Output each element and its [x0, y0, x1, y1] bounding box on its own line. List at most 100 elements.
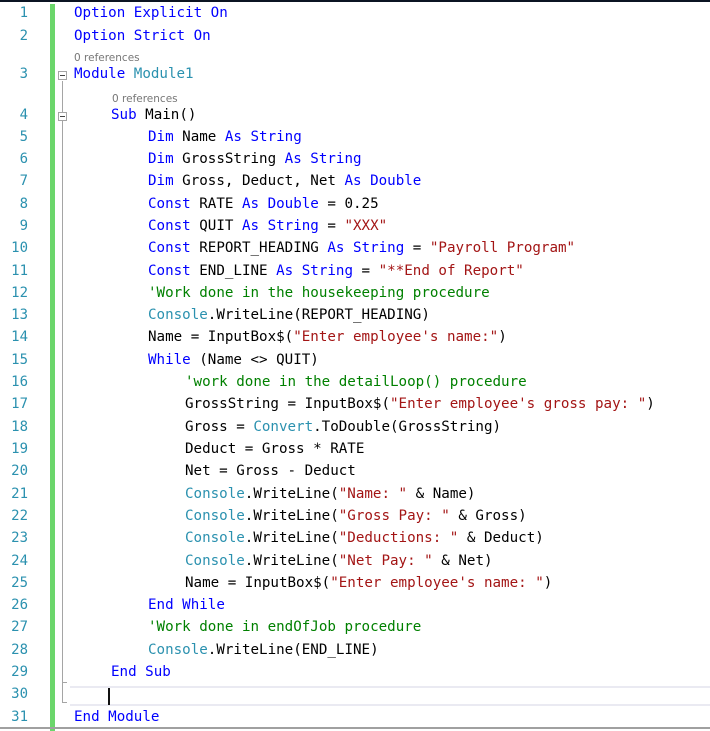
- code-text[interactable]: Const REPORT_HEADING As String = "Payrol…: [148, 237, 575, 259]
- token-identifier: Name = InputBox$(: [148, 329, 294, 345]
- code-text[interactable]: 'work done in the detailLoop() procedure: [185, 371, 527, 393]
- code-text[interactable]: Dim Name As String: [148, 126, 302, 148]
- code-line[interactable]: 23 Console.WriteLine("Deductions: " & Ded…: [0, 527, 710, 549]
- code-text[interactable]: Dim GrossString As String: [148, 148, 362, 170]
- code-line[interactable]: 9 Const QUIT As String = "XXX": [0, 215, 710, 237]
- code-text[interactable]: 'Work done in the housekeeping procedure: [148, 282, 490, 304]
- line-number: 4: [19, 107, 28, 123]
- code-line[interactable]: 14 Name = InputBox$("Enter employee's nam…: [0, 326, 710, 348]
- token-identifier: .WriteLine(: [244, 508, 339, 524]
- code-line[interactable]: 15 While (Name <> QUIT): [0, 349, 710, 371]
- token-keyword: End While: [148, 597, 225, 613]
- code-line[interactable]: 27 'Work done in endOfJob procedure: [0, 616, 710, 638]
- code-line[interactable]: 28 Console.WriteLine(END_LINE): [0, 639, 710, 661]
- line-number: 11: [11, 263, 28, 279]
- code-text[interactable]: End Sub: [111, 661, 171, 683]
- code-line[interactable]: 30: [0, 683, 710, 705]
- code-text[interactable]: Net = Gross - Deduct: [185, 460, 356, 482]
- token-keyword: End Sub: [111, 664, 171, 680]
- code-line[interactable]: 2 Option Strict On: [0, 25, 710, 47]
- code-text[interactable]: Console.WriteLine("Name: " & Name): [185, 483, 475, 505]
- token-identifier: GrossString = InputBox$(: [185, 396, 390, 412]
- code-text[interactable]: Console.WriteLine("Deductions: " & Deduc…: [185, 527, 544, 549]
- token-keyword: Const: [148, 218, 200, 234]
- code-line[interactable]: 22 Console.WriteLine("Gross Pay: " & Gros…: [0, 505, 710, 527]
- line-number: 25: [11, 575, 28, 591]
- token-identifier: ): [646, 396, 655, 412]
- line-number: 28: [11, 642, 28, 658]
- token-identifier: =: [404, 240, 430, 256]
- code-text[interactable]: Name = InputBox$("Enter employee's name:…: [148, 326, 507, 348]
- code-line[interactable]: 29 End Sub: [0, 661, 710, 683]
- code-text[interactable]: Option Strict On: [74, 25, 211, 47]
- code-text[interactable]: GrossString = InputBox$("Enter employee'…: [185, 393, 655, 415]
- code-line[interactable]: 8 Const RATE As Double = 0.25: [0, 193, 710, 215]
- code-text[interactable]: 'Work done in endOfJob procedure: [148, 616, 421, 638]
- code-line[interactable]: 19 Deduct = Gross * RATE: [0, 438, 710, 460]
- token-keyword: While: [148, 352, 191, 368]
- token-keyword: Option Strict On: [74, 28, 211, 44]
- token-string-literal: "Name: ": [338, 486, 408, 502]
- token-type-name: Convert: [253, 419, 314, 435]
- code-line[interactable]: 31 End Module: [0, 706, 710, 728]
- code-line[interactable]: 11 Const END_LINE As String = "**End of R…: [0, 260, 710, 282]
- line-number: 17: [11, 396, 28, 412]
- token-string-literal: "Enter employee's name:": [293, 329, 499, 345]
- code-line[interactable]: 21 Console.WriteLine("Name: " & Name): [0, 483, 710, 505]
- code-line[interactable]: 20 Net = Gross - Deduct: [0, 460, 710, 482]
- code-text[interactable]: Deduct = Gross * RATE: [185, 438, 364, 460]
- code-text[interactable]: End While: [148, 594, 225, 616]
- line-number: 22: [11, 508, 28, 524]
- code-line[interactable]: 17 GrossString = InputBox$("Enter employe…: [0, 393, 710, 415]
- token-identifier: .WriteLine(: [244, 486, 339, 502]
- code-text[interactable]: Dim Gross, Deduct, Net As Double: [148, 170, 421, 192]
- code-text[interactable]: End Module: [74, 706, 159, 728]
- token-keyword: As String: [276, 263, 353, 279]
- token-keyword: Const: [148, 263, 200, 279]
- token-string-literal: "Gross Pay: ": [338, 508, 450, 524]
- code-line[interactable]: 5 Dim Name As String: [0, 126, 710, 148]
- code-line[interactable]: 10 Const REPORT_HEADING As String = "Payr…: [0, 237, 710, 259]
- token-identifier: (Name <> QUIT): [190, 352, 319, 368]
- line-number: 12: [11, 285, 28, 301]
- code-text[interactable]: Console.WriteLine(END_LINE): [148, 639, 379, 661]
- code-text[interactable]: Name = InputBox$("Enter employee's name:…: [185, 572, 552, 594]
- code-text[interactable]: Const RATE As Double = 0.25: [148, 193, 379, 215]
- token-keyword: Module: [74, 66, 134, 82]
- line-number: 31: [11, 709, 28, 725]
- code-text[interactable]: Console.WriteLine("Gross Pay: " & Gross): [185, 505, 527, 527]
- code-line[interactable]: 25 Name = InputBox$("Enter employee's nam…: [0, 572, 710, 594]
- token-string-literal: "**End of Report": [378, 263, 524, 279]
- code-text[interactable]: Console.WriteLine("Net Pay: " & Net): [185, 550, 493, 572]
- token-comment: 'Work done in the housekeeping procedure: [148, 285, 490, 301]
- code-text[interactable]: While (Name <> QUIT): [148, 349, 319, 371]
- code-text[interactable]: Module Module1: [74, 63, 194, 85]
- code-text[interactable]: Gross = Convert.ToDouble(GrossString): [185, 416, 501, 438]
- token-identifier: Name = InputBox$(: [185, 575, 331, 591]
- token-keyword: Dim: [148, 173, 183, 189]
- code-line[interactable]: 16 'work done in the detailLoop() procedu…: [0, 371, 710, 393]
- token-identifier: Deduct = Gross * RATE: [185, 441, 365, 457]
- code-line[interactable]: 7 Dim Gross, Deduct, Net As Double: [0, 170, 710, 192]
- code-line[interactable]: 4 Sub Main(): [0, 104, 710, 126]
- code-line[interactable]: 3 Module Module1: [0, 63, 710, 85]
- code-line[interactable]: 12 'Work done in the housekeeping procedu…: [0, 282, 710, 304]
- token-identifier: .WriteLine(: [244, 530, 339, 546]
- code-text[interactable]: Const QUIT As String = "XXX": [148, 215, 387, 237]
- code-text[interactable]: Option Explicit On: [74, 2, 228, 24]
- code-line[interactable]: 1 Option Explicit On: [0, 2, 710, 24]
- code-line[interactable]: 6 Dim GrossString As String: [0, 148, 710, 170]
- code-editor[interactable]: 0 references 0 references 1 Option Explic…: [0, 2, 710, 731]
- code-line[interactable]: 13 Console.WriteLine(REPORT_HEADING): [0, 304, 710, 326]
- code-line[interactable]: 18 Gross = Convert.ToDouble(GrossString): [0, 416, 710, 438]
- code-text[interactable]: Const END_LINE As String = "**End of Rep…: [148, 260, 524, 282]
- code-text[interactable]: Console.WriteLine(REPORT_HEADING): [148, 304, 430, 326]
- line-number: 15: [11, 352, 28, 368]
- token-string-literal: "Payroll Program": [429, 240, 576, 256]
- token-identifier: =: [318, 218, 345, 234]
- token-identifier: .WriteLine(REPORT_HEADING): [207, 307, 430, 323]
- code-line[interactable]: 26 End While: [0, 594, 710, 616]
- token-identifier: .WriteLine(END_LINE): [207, 642, 379, 658]
- code-text[interactable]: Sub Main(): [111, 104, 196, 126]
- code-line[interactable]: 24 Console.WriteLine("Net Pay: " & Net): [0, 550, 710, 572]
